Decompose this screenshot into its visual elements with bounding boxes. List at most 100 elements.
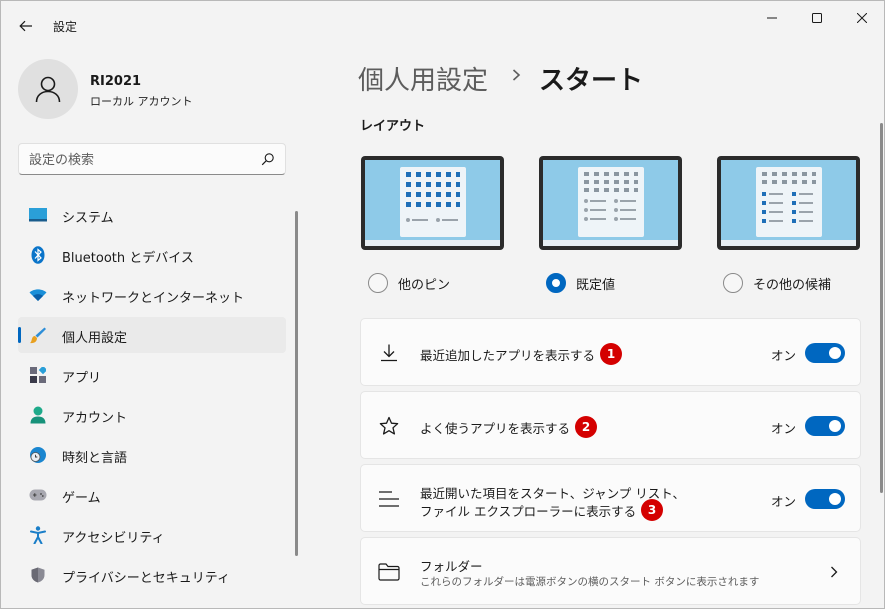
setting-title-text: 最近追加したアプリを表示する — [420, 347, 596, 363]
back-arrow-icon — [19, 20, 32, 32]
layout-preview-screen — [721, 160, 856, 246]
account-icon — [29, 406, 47, 424]
layout-preview-more-recommendations[interactable] — [717, 156, 860, 250]
settings-window: 設定 RI2021 ローカル アカウント システム Bluetooth とデバイ… — [0, 0, 885, 609]
setting-title: フォルダー — [420, 559, 483, 574]
sidebar-item-privacy[interactable]: プライバシーとセキュリティ — [18, 557, 286, 593]
sidebar-item-apps[interactable]: アプリ — [18, 357, 286, 393]
taskbar-preview — [543, 240, 678, 246]
bluetooth-icon — [29, 246, 47, 264]
radio-label: その他の候補 — [753, 277, 832, 293]
list-icon — [378, 488, 400, 510]
personalization-icon — [29, 326, 47, 344]
maximize-button[interactable] — [794, 5, 840, 31]
accessibility-icon — [29, 526, 47, 544]
search-icon[interactable] — [261, 152, 275, 166]
sidebar-item-personalization[interactable]: 個人用設定 — [18, 317, 286, 353]
setting-most-used-apps: よく使うアプリを表示する 2 オン — [360, 391, 861, 459]
sidebar-item-label: アクセシビリティ — [62, 531, 165, 546]
toggle-switch[interactable] — [805, 416, 845, 436]
title-bar: 設定 — [1, 1, 884, 51]
layout-preview-default[interactable] — [539, 156, 682, 250]
layout-preview-screen — [543, 160, 678, 246]
sidebar-item-accessibility[interactable]: アクセシビリティ — [18, 517, 286, 553]
folder-icon — [378, 561, 400, 583]
maximize-icon — [812, 13, 822, 23]
toggle-state-label: オン — [771, 421, 797, 436]
gaming-icon — [29, 486, 47, 504]
toggle-state-label: オン — [771, 494, 797, 509]
sidebar-item-accounts[interactable]: アカウント — [18, 397, 286, 433]
radio-button[interactable] — [368, 273, 388, 293]
start-menu-preview — [756, 167, 822, 237]
star-icon — [378, 415, 400, 437]
minimize-icon — [767, 17, 777, 19]
radio-default[interactable]: 既定値 — [546, 273, 615, 293]
radio-more-pins[interactable]: 他のピン — [368, 273, 450, 293]
back-button[interactable] — [13, 13, 39, 39]
page-title: スタート — [539, 66, 644, 96]
chevron-right-icon — [831, 566, 838, 578]
minimize-button[interactable] — [749, 5, 795, 31]
chevron-right-icon — [512, 69, 521, 81]
close-icon — [857, 13, 867, 23]
radio-button[interactable] — [723, 273, 743, 293]
toggle-knob — [829, 493, 841, 505]
toggle-switch[interactable] — [805, 343, 845, 363]
privacy-icon — [29, 566, 47, 584]
sidebar-item-label: システム — [62, 211, 114, 226]
annotation-marker: 3 — [641, 499, 664, 521]
annotation-marker: 1 — [600, 343, 623, 365]
setting-title-text: よく使うアプリを表示する — [420, 420, 571, 436]
taskbar-preview — [721, 240, 856, 246]
radio-label: 既定値 — [576, 277, 616, 293]
radio-label: 他のピン — [398, 277, 451, 293]
sidebar-item-system[interactable]: システム — [18, 197, 286, 233]
sidebar-item-label: アカウント — [62, 411, 128, 426]
avatar[interactable] — [18, 59, 78, 119]
sidebar-item-label: 個人用設定 — [62, 331, 128, 346]
network-icon — [29, 286, 47, 304]
toggle-knob — [829, 420, 841, 432]
sidebar-item-label: ゲーム — [62, 491, 101, 506]
download-icon — [378, 342, 400, 364]
user-name: RI2021 — [90, 74, 142, 89]
sidebar-item-label: 時刻と言語 — [62, 451, 128, 466]
close-button[interactable] — [839, 5, 885, 31]
user-icon — [35, 76, 61, 103]
sidebar-item-label: アプリ — [62, 371, 102, 386]
taskbar-preview — [365, 240, 500, 246]
setting-title-line2: ファイル エクスプローラーに表示する 3 — [420, 499, 664, 521]
sidebar-item-gaming[interactable]: ゲーム — [18, 477, 286, 513]
setting-title: よく使うアプリを表示する 2 — [420, 416, 598, 438]
sidebar-item-label: ネットワークとインターネット — [62, 291, 245, 306]
start-menu-preview — [400, 167, 466, 237]
sidebar-item-label: Bluetooth とデバイス — [62, 251, 194, 266]
breadcrumb-parent[interactable]: 個人用設定 — [358, 60, 488, 97]
toggle-knob — [829, 347, 841, 359]
search-input[interactable] — [29, 151, 254, 169]
setting-title-text: ファイル エクスプローラーに表示する — [420, 503, 637, 519]
setting-folders[interactable]: フォルダー これらのフォルダーは電源ボタンの横のスタート ボタンに表示されます — [360, 537, 861, 605]
sidebar-scrollbar[interactable] — [295, 211, 298, 556]
time-language-icon — [29, 446, 47, 464]
radio-more-recommendations[interactable]: その他の候補 — [723, 273, 831, 293]
layout-preview-screen — [365, 160, 500, 246]
toggle-switch[interactable] — [805, 489, 845, 509]
section-title-layout: レイアウト — [360, 119, 426, 134]
main-scrollbar[interactable] — [880, 123, 883, 493]
annotation-marker: 2 — [575, 416, 598, 438]
setting-recently-added-apps: 最近追加したアプリを表示する 1 オン — [360, 318, 861, 386]
radio-button[interactable] — [546, 273, 566, 293]
sidebar-item-time-language[interactable]: 時刻と言語 — [18, 437, 286, 473]
sidebar-item-network[interactable]: ネットワークとインターネット — [18, 277, 286, 313]
sidebar-item-bluetooth[interactable]: Bluetooth とデバイス — [18, 237, 286, 273]
system-icon — [29, 206, 47, 224]
sidebar-item-label: プライバシーとセキュリティ — [62, 571, 230, 586]
start-menu-preview — [578, 167, 644, 237]
apps-icon — [29, 366, 47, 384]
layout-preview-more-pins[interactable] — [361, 156, 504, 250]
setting-subtitle: これらのフォルダーは電源ボタンの横のスタート ボタンに表示されます — [420, 576, 760, 588]
search-box[interactable] — [18, 143, 286, 175]
setting-recently-opened-items: 最近開いた項目をスタート、ジャンプ リスト、 ファイル エクスプローラーに表示す… — [360, 464, 861, 532]
